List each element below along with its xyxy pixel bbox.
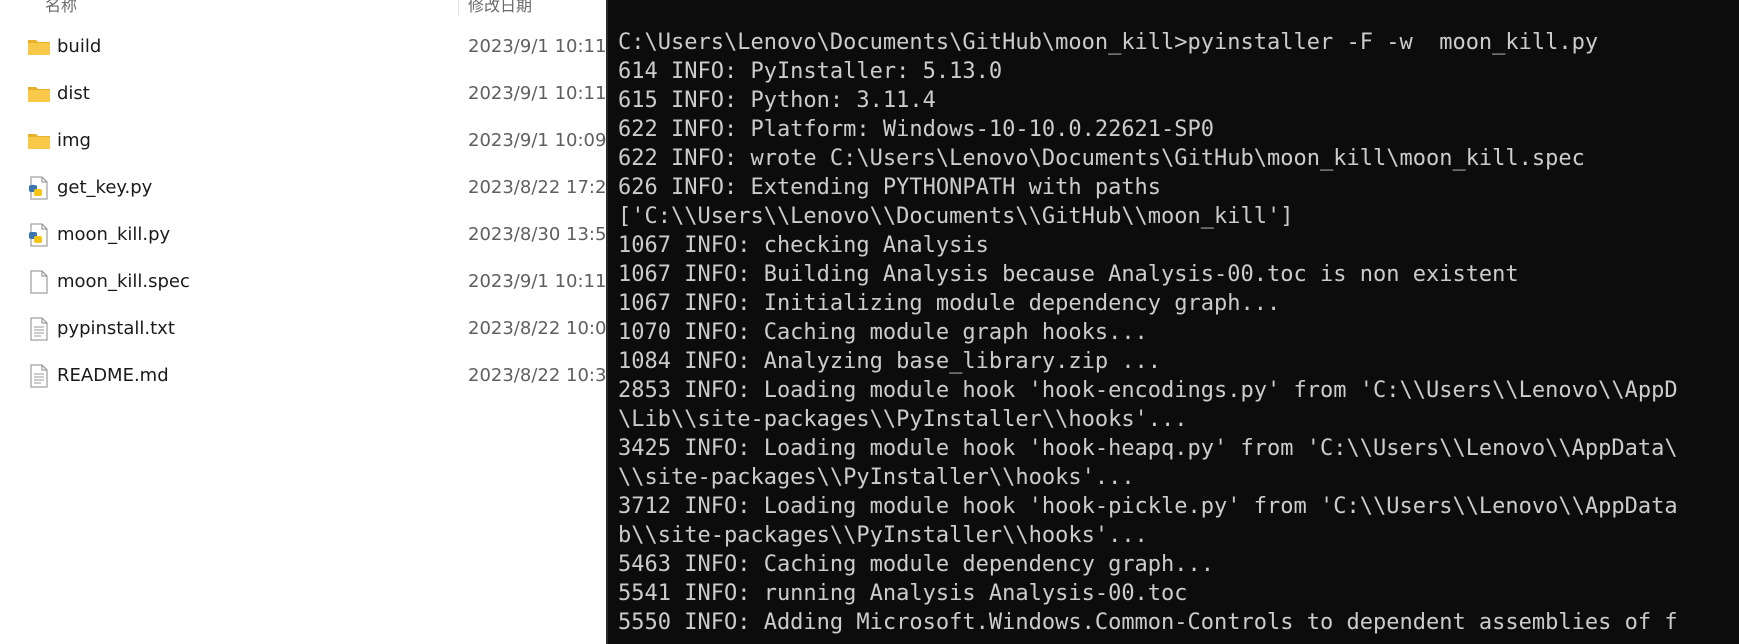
folder-icon xyxy=(27,129,51,153)
file-row[interactable]: dist 2023/9/1 10:11 xyxy=(0,74,606,114)
terminal-line: 3712 INFO: Loading module hook 'hook-pic… xyxy=(618,494,1678,519)
file-name[interactable]: pypinstall.txt xyxy=(57,317,175,341)
terminal-line: 1067 INFO: Building Analysis because Ana… xyxy=(618,262,1519,287)
file-row[interactable]: img 2023/9/1 10:09 xyxy=(0,121,606,161)
file-name[interactable]: moon_kill.spec xyxy=(57,270,190,294)
terminal-line: 622 INFO: wrote C:\Users\Lenovo\Document… xyxy=(618,146,1585,171)
file-date-modified: 2023/8/22 10:0 xyxy=(468,318,607,339)
file-date-modified: 2023/8/22 10:3 xyxy=(468,365,607,386)
terminal-output: C:\Users\Lenovo\Documents\GitHub\moon_ki… xyxy=(618,28,1678,637)
file-row[interactable]: build 2023/9/1 10:11 xyxy=(0,27,606,67)
python-file-icon xyxy=(27,223,51,247)
terminal-line: 622 INFO: Platform: Windows-10-10.0.2262… xyxy=(618,117,1215,142)
file-row[interactable]: get_key.py 2023/8/22 17:2 xyxy=(0,168,606,208)
terminal-line: 3425 INFO: Loading module hook 'hook-hea… xyxy=(618,436,1678,461)
file-row[interactable]: moon_kill.py 2023/8/30 13:5 xyxy=(0,215,606,255)
file-name[interactable]: README.md xyxy=(57,364,169,388)
terminal-line: 2853 INFO: Loading module hook 'hook-enc… xyxy=(618,378,1678,403)
terminal-line: \\site-packages\\PyInstaller\\hooks'... xyxy=(618,465,1135,490)
terminal-line: 615 INFO: Python: 3.11.4 xyxy=(618,88,936,113)
screen: 名称 修改日期 build 2023/9/1 10:11 dist 2023/9/1 … xyxy=(0,0,1739,644)
text-file-icon xyxy=(27,364,51,388)
file-name[interactable]: moon_kill.py xyxy=(57,223,170,247)
file-row[interactable]: README.md 2023/8/22 10:3 xyxy=(0,356,606,396)
file-row[interactable]: moon_kill.spec 2023/9/1 10:11 xyxy=(0,262,606,302)
terminal-line: 1067 INFO: checking Analysis xyxy=(618,233,989,258)
terminal-line: C:\Users\Lenovo\Documents\GitHub\moon_ki… xyxy=(618,30,1599,55)
text-file-icon xyxy=(27,317,51,341)
file-explorer-pane: 名称 修改日期 build 2023/9/1 10:11 dist 2023/9/1 … xyxy=(0,0,606,644)
file-name[interactable]: img xyxy=(57,129,91,153)
column-header: 名称 修改日期 xyxy=(0,0,606,16)
python-file-icon xyxy=(27,176,51,200)
terminal-line: 626 INFO: Extending PYTHONPATH with path… xyxy=(618,175,1162,200)
terminal-line: b\\site-packages\\PyInstaller\\hooks'... xyxy=(618,523,1148,548)
file-name[interactable]: get_key.py xyxy=(57,176,152,200)
name-column-header[interactable]: 名称 xyxy=(45,0,77,16)
date-modified-column-header[interactable]: 修改日期 xyxy=(468,0,532,16)
file-date-modified: 2023/9/1 10:11 xyxy=(468,83,607,104)
terminal-line: 614 INFO: PyInstaller: 5.13.0 xyxy=(618,59,1003,84)
terminal-line: 5541 INFO: running Analysis Analysis-00.… xyxy=(618,581,1188,606)
file-date-modified: 2023/8/22 17:2 xyxy=(468,177,607,198)
file-date-modified: 2023/9/1 10:11 xyxy=(468,36,607,57)
file-icon xyxy=(27,270,51,294)
terminal-window[interactable]: C:\Users\Lenovo\Documents\GitHub\moon_ki… xyxy=(606,0,1739,644)
file-date-modified: 2023/8/30 13:5 xyxy=(468,224,607,245)
terminal-left-edge xyxy=(606,0,608,644)
file-name[interactable]: dist xyxy=(57,82,90,106)
terminal-line: 1070 INFO: Caching module graph hooks... xyxy=(618,320,1148,345)
file-date-modified: 2023/9/1 10:09 xyxy=(468,130,607,151)
terminal-line: \Lib\\site-packages\\PyInstaller\\hooks'… xyxy=(618,407,1188,432)
file-date-modified: 2023/9/1 10:11 xyxy=(468,271,607,292)
terminal-line: 5463 INFO: Caching module dependency gra… xyxy=(618,552,1215,577)
file-name[interactable]: build xyxy=(57,35,101,59)
terminal-line: 5550 INFO: Adding Microsoft.Windows.Comm… xyxy=(618,610,1678,635)
folder-icon xyxy=(27,82,51,106)
terminal-line: 1067 INFO: Initializing module dependenc… xyxy=(618,291,1281,316)
column-separator[interactable] xyxy=(458,0,459,16)
folder-icon xyxy=(27,35,51,59)
terminal-line: ['C:\\Users\\Lenovo\\Documents\\GitHub\\… xyxy=(618,204,1294,229)
file-row[interactable]: pypinstall.txt 2023/8/22 10:0 xyxy=(0,309,606,349)
terminal-line: 1084 INFO: Analyzing base_library.zip ..… xyxy=(618,349,1162,374)
